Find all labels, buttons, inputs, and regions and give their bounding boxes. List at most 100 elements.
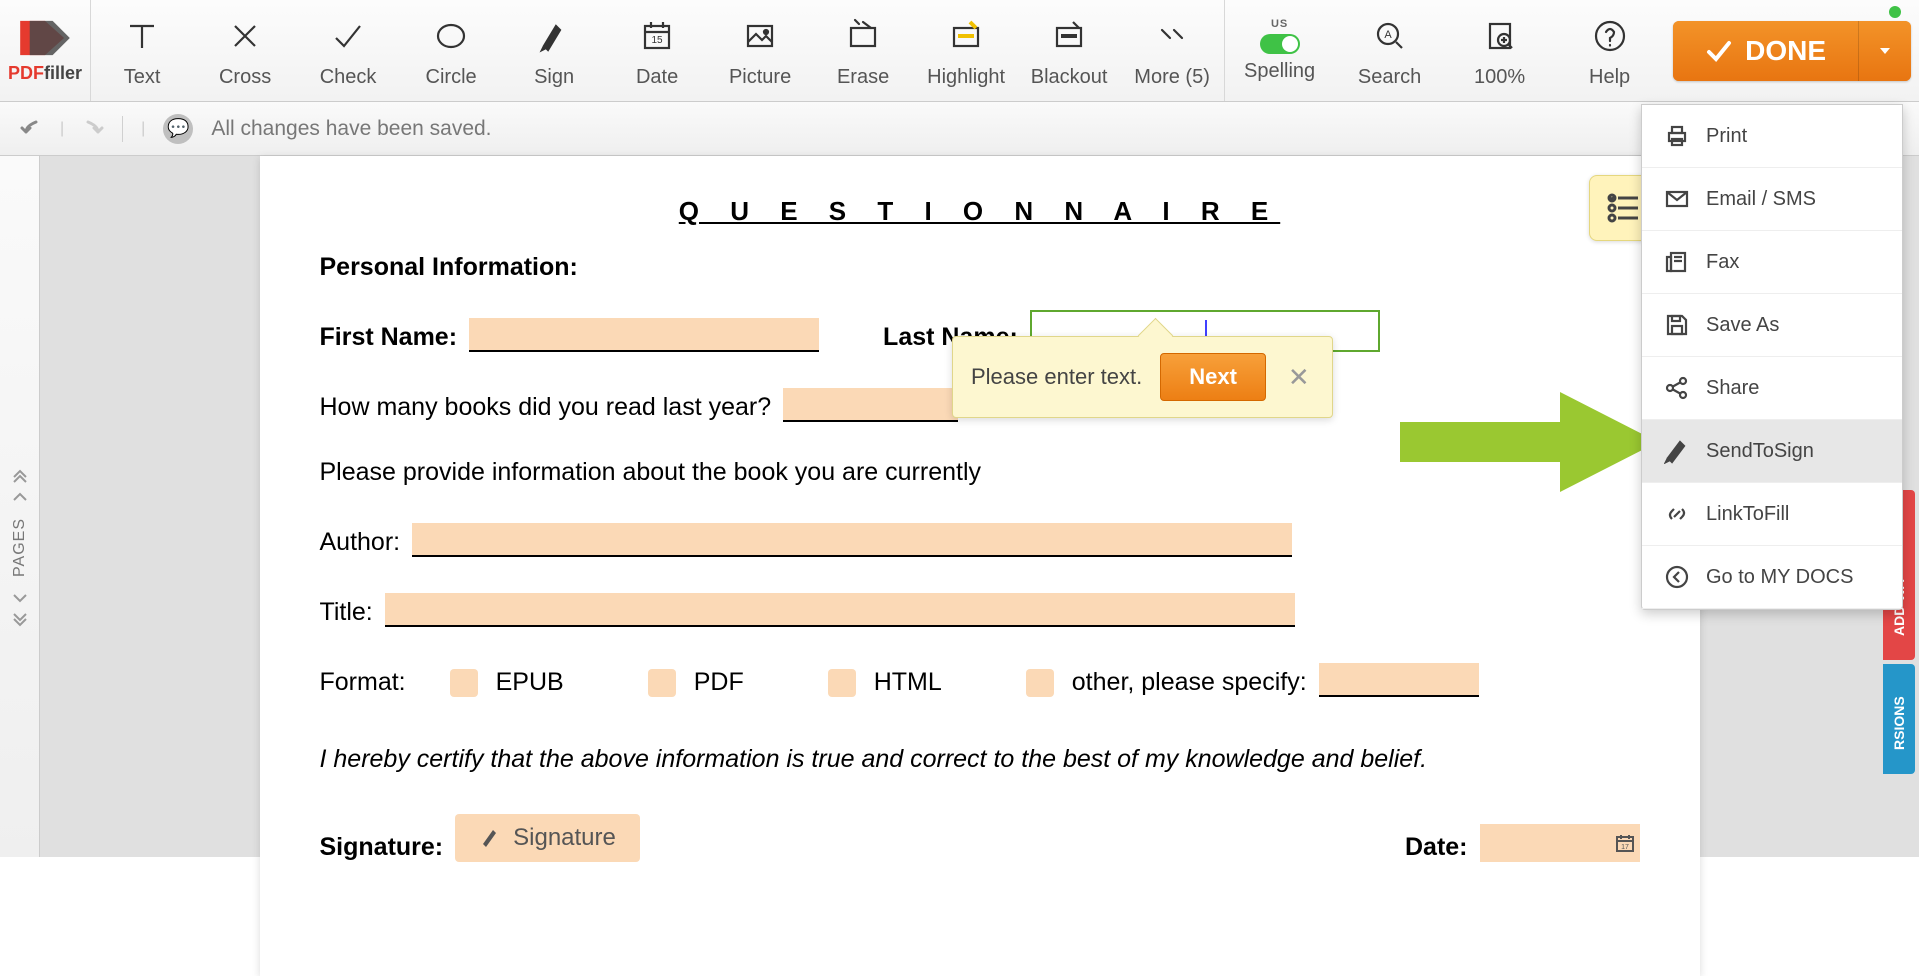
page-title: Q U E S T I O N N A I R E — [320, 196, 1640, 227]
other-format-field[interactable] — [1319, 663, 1479, 697]
help-label: Help — [1589, 66, 1630, 89]
logo[interactable]: PDFfiller — [0, 0, 91, 101]
menu-linktofill[interactable]: LinkToFill — [1642, 483, 1902, 546]
first-name-field[interactable] — [469, 318, 819, 352]
notification-dot — [1889, 6, 1901, 18]
circle-icon — [431, 12, 471, 60]
text-tool[interactable]: Text — [91, 0, 194, 101]
more-icon — [1152, 12, 1192, 60]
title-label: Title: — [320, 598, 373, 627]
main-toolbar: PDFfiller Text Cross Check Circle Sign — [0, 0, 1919, 102]
highlight-icon — [946, 12, 986, 60]
right-tab-rsions[interactable]: RSIONS — [1883, 664, 1915, 774]
current-book-text: Please provide information about the boo… — [320, 458, 982, 487]
books-question: How many books did you read last year? — [320, 393, 772, 422]
email-icon — [1664, 186, 1690, 212]
checkbox-epub[interactable] — [450, 669, 478, 697]
more-tool[interactable]: More (5) — [1121, 0, 1224, 101]
author-label: Author: — [320, 528, 401, 557]
author-field[interactable] — [412, 523, 1292, 557]
menu-mydocs[interactable]: Go to MY DOCS — [1642, 546, 1902, 609]
menu-linktofill-label: LinkToFill — [1706, 503, 1789, 526]
erase-icon — [843, 12, 883, 60]
rail-up-icon[interactable] — [11, 488, 29, 506]
picture-tool[interactable]: Picture — [709, 0, 812, 101]
rail-down-double-icon[interactable] — [11, 611, 29, 629]
menu-print-label: Print — [1706, 125, 1747, 148]
calendar-icon: 17 — [1614, 832, 1636, 854]
done-check-icon — [1705, 37, 1733, 65]
signature-field[interactable]: Signature — [455, 814, 640, 862]
date-tool[interactable]: 15 Date — [606, 0, 709, 101]
save-icon — [1664, 312, 1690, 338]
date-icon: 15 — [637, 12, 677, 60]
blackout-icon — [1049, 12, 1089, 60]
section-personal-label: Personal Information — [320, 253, 570, 281]
spelling-toggle[interactable] — [1260, 34, 1300, 54]
checkbox-html[interactable] — [828, 669, 856, 697]
pages-rail[interactable]: PAGES — [0, 156, 40, 857]
done-button[interactable]: DONE — [1673, 21, 1911, 81]
link-icon — [1664, 501, 1690, 527]
blackout-label: Blackout — [1031, 66, 1108, 89]
spelling-tool[interactable]: US Spelling — [1225, 0, 1335, 101]
highlight-tool[interactable]: Highlight — [915, 0, 1018, 101]
fmt-html-label: HTML — [874, 668, 942, 697]
status-text: All changes have been saved. — [211, 117, 491, 141]
cross-tool[interactable]: Cross — [194, 0, 297, 101]
svg-text:15: 15 — [652, 35, 664, 46]
search-label: Search — [1358, 66, 1421, 89]
picture-label: Picture — [729, 66, 791, 89]
redo-button[interactable] — [78, 116, 104, 142]
books-count-field[interactable] — [783, 388, 958, 422]
sign-label: Sign — [534, 66, 574, 89]
logo-filler-text: filler — [44, 63, 82, 83]
logo-pdf-text: PDF — [8, 63, 44, 83]
tooltip-close-button[interactable]: ✕ — [1284, 362, 1314, 393]
menu-mydocs-label: Go to MY DOCS — [1706, 566, 1853, 589]
done-dropdown-toggle[interactable] — [1859, 21, 1911, 81]
cross-label: Cross — [219, 66, 271, 89]
sign-tool[interactable]: Sign — [503, 0, 606, 101]
text-icon — [122, 12, 162, 60]
menu-sendtosign[interactable]: SendToSign — [1642, 420, 1902, 483]
check-icon — [328, 12, 368, 60]
picture-icon — [740, 12, 780, 60]
checkbox-other[interactable] — [1026, 669, 1054, 697]
menu-share-label: Share — [1706, 377, 1759, 400]
comment-icon: 💬 — [163, 114, 193, 144]
menu-email[interactable]: Email / SMS — [1642, 168, 1902, 231]
help-tool[interactable]: Help — [1555, 0, 1665, 101]
rsions-label: RSIONS — [1891, 696, 1907, 750]
menu-share[interactable]: Share — [1642, 357, 1902, 420]
search-icon: A — [1370, 12, 1410, 60]
undo-button[interactable] — [20, 116, 46, 142]
title-field[interactable] — [385, 593, 1295, 627]
rail-down-icon[interactable] — [11, 589, 29, 607]
erase-tool[interactable]: Erase — [812, 0, 915, 101]
format-label: Format: — [320, 668, 406, 697]
menu-fax-label: Fax — [1706, 251, 1739, 274]
menu-print[interactable]: Print — [1642, 105, 1902, 168]
fax-icon — [1664, 249, 1690, 275]
zoom-tool[interactable]: 100% — [1445, 0, 1555, 101]
circle-tool[interactable]: Circle — [400, 0, 503, 101]
menu-fax[interactable]: Fax — [1642, 231, 1902, 294]
signature-icon — [479, 826, 503, 850]
blackout-tool[interactable]: Blackout — [1018, 0, 1121, 101]
done-label: DONE — [1745, 35, 1826, 67]
rail-up-double-icon[interactable] — [11, 466, 29, 484]
search-tool[interactable]: A Search — [1335, 0, 1445, 101]
status-bar: | | 💬 All changes have been saved. — [0, 102, 1919, 156]
cross-icon — [225, 12, 265, 60]
tooltip-next-button[interactable]: Next — [1160, 353, 1266, 401]
checkbox-pdf[interactable] — [648, 669, 676, 697]
menu-email-label: Email / SMS — [1706, 188, 1816, 211]
menu-saveas[interactable]: Save As — [1642, 294, 1902, 357]
erase-label: Erase — [837, 66, 889, 89]
more-label: More (5) — [1134, 66, 1210, 89]
check-tool[interactable]: Check — [297, 0, 400, 101]
date-field[interactable]: 17 — [1480, 824, 1640, 862]
zoom-icon — [1480, 12, 1520, 60]
first-name-label: First Name — [320, 323, 449, 351]
